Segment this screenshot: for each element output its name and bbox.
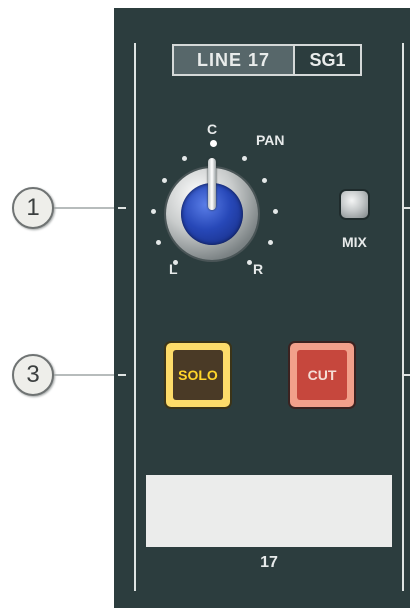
pan-scale-dot bbox=[156, 240, 161, 245]
group-label: SG1 bbox=[295, 46, 360, 74]
cut-button-face: CUT bbox=[297, 350, 347, 400]
channel-number: 17 bbox=[260, 554, 278, 571]
strip-border-right bbox=[402, 43, 404, 591]
solo-button-label: SOLO bbox=[178, 367, 218, 383]
pan-scale-dot bbox=[262, 178, 267, 183]
channel-strip-panel: LINE 17 SG1 C PAN L R MIX SOLO CUT 17 bbox=[114, 8, 410, 608]
line-label: LINE 17 bbox=[174, 46, 295, 74]
pan-scale-dot bbox=[242, 156, 247, 161]
callout-1-number: 1 bbox=[26, 194, 40, 221]
mix-led-indicator bbox=[341, 191, 368, 218]
pan-scale-dot bbox=[151, 209, 156, 214]
pan-scale-dot bbox=[182, 156, 187, 161]
mix-label: MIX bbox=[342, 234, 367, 250]
callout-3: 3 bbox=[12, 354, 54, 396]
pan-scale-dot bbox=[173, 260, 178, 265]
pan-title: PAN bbox=[256, 132, 285, 148]
callout-1-leader bbox=[50, 207, 114, 209]
pan-knob-pointer bbox=[208, 158, 216, 210]
strip-tick bbox=[118, 207, 126, 209]
callout-3-leader bbox=[50, 374, 114, 376]
strip-border-left bbox=[134, 43, 136, 591]
pan-scale-dot bbox=[162, 178, 167, 183]
pan-right-label: R bbox=[253, 261, 264, 277]
strip-tick bbox=[118, 374, 126, 376]
strip-tick bbox=[403, 207, 410, 209]
pan-scale-dot bbox=[273, 209, 278, 214]
solo-button-face: SOLO bbox=[173, 350, 223, 400]
cut-button[interactable]: CUT bbox=[290, 343, 354, 407]
channel-header: LINE 17 SG1 bbox=[172, 44, 362, 76]
pan-scale-dot bbox=[247, 260, 252, 265]
solo-button[interactable]: SOLO bbox=[166, 343, 230, 407]
scribble-strip bbox=[146, 475, 392, 547]
pan-scale-dot bbox=[268, 240, 273, 245]
pan-scale-dot bbox=[210, 140, 217, 147]
callout-3-number: 3 bbox=[26, 361, 40, 388]
cut-button-label: CUT bbox=[307, 367, 337, 383]
pan-center-label: C bbox=[207, 121, 218, 137]
callout-1: 1 bbox=[12, 187, 54, 229]
mixer-channel-diagram: 1 3 LINE 17 SG1 C PAN L R MIX SOLO CUT 1… bbox=[0, 0, 410, 608]
strip-tick bbox=[403, 374, 410, 376]
